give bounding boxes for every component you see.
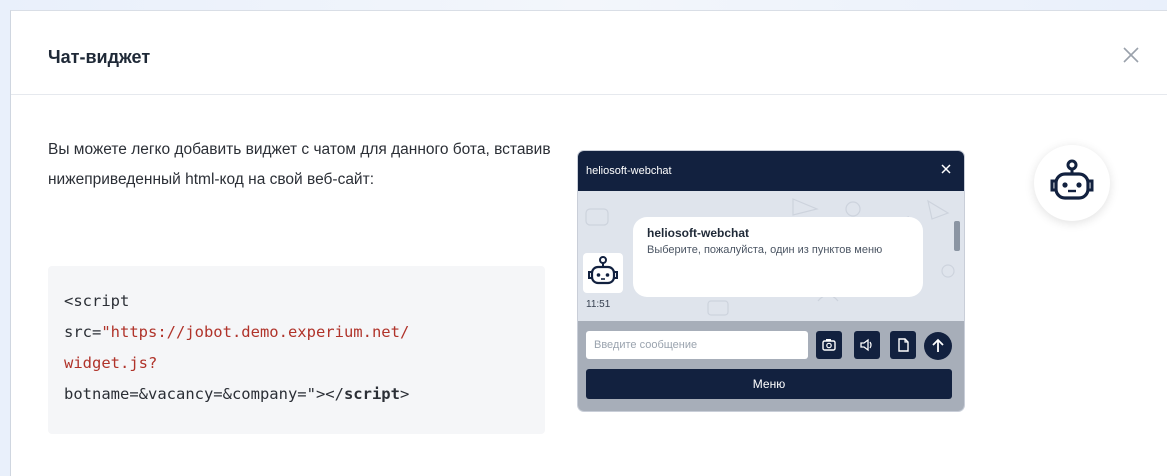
code-tag-close: ></ xyxy=(315,385,344,403)
code-string: botname=&vacancy=&company=" xyxy=(64,385,316,403)
file-icon xyxy=(898,338,909,352)
code-string: "https://jobot.demo.experium.net/ xyxy=(101,323,410,341)
modal-title: Чат-виджет xyxy=(48,47,151,67)
webchat-header-title: heliosoft-webchat xyxy=(586,165,672,177)
webchat-scrollbar[interactable] xyxy=(954,221,960,251)
message-sender: heliosoft-webchat xyxy=(647,226,750,240)
bot-avatar xyxy=(1034,145,1110,221)
close-icon xyxy=(941,164,951,174)
code-attr: src= xyxy=(64,323,102,341)
robot-icon xyxy=(1050,159,1094,200)
code-tag-end: > xyxy=(399,385,410,403)
code-keyword: script xyxy=(343,385,400,403)
webchat-footer: Введите сообщение Меню xyxy=(578,321,964,411)
code-line-4: botname=&vacancy=&company="></script> xyxy=(64,379,529,410)
send-button[interactable] xyxy=(924,332,952,360)
chat-widget-modal: Чат-виджет Вы можете легко добавить видж… xyxy=(10,10,1167,476)
audio-button[interactable] xyxy=(854,331,880,359)
code-tag-open: <script xyxy=(64,292,130,310)
bot-avatar-small xyxy=(583,253,623,293)
arrow-up-icon xyxy=(932,338,944,352)
camera-button[interactable] xyxy=(816,331,842,359)
file-button[interactable] xyxy=(890,331,916,359)
description-text: Вы можете легко добавить виджет с чатом … xyxy=(48,141,551,188)
webchat-message-bubble: heliosoft-webchat Выберите, пожалуйста, … xyxy=(633,217,923,297)
menu-button[interactable]: Меню xyxy=(586,369,952,399)
close-icon xyxy=(1123,47,1139,63)
webchat-body: heliosoft-webchat Выберите, пожалуйста, … xyxy=(578,191,964,321)
webchat-close-button[interactable] xyxy=(938,161,954,177)
webchat-preview: heliosoft-webchat heliosoft-webchat Выбе… xyxy=(578,151,964,411)
close-button[interactable] xyxy=(1117,41,1145,69)
message-input[interactable]: Введите сообщение xyxy=(586,331,808,359)
message-time: 11:51 xyxy=(586,299,611,310)
modal-header: Чат-виджет xyxy=(11,11,1167,95)
message-text: Выберите, пожалуйста, один из пунктов ме… xyxy=(647,244,883,256)
code-line-2: src="https://jobot.demo.experium.net/ xyxy=(64,317,529,348)
speaker-icon xyxy=(860,338,872,352)
webchat-header: heliosoft-webchat xyxy=(578,151,964,191)
code-line-1: <script xyxy=(64,286,529,317)
robot-icon xyxy=(588,256,618,285)
code-string: widget.js? xyxy=(64,354,158,372)
embed-code-block[interactable]: <script src="https://jobot.demo.experium… xyxy=(48,266,545,434)
camera-icon xyxy=(822,339,836,351)
code-line-3: widget.js? xyxy=(64,348,529,379)
